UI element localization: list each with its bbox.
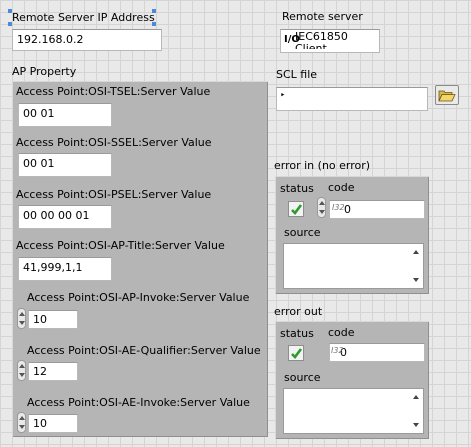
selection-marker	[8, 22, 12, 26]
io-refnum-icon: I/O	[284, 34, 300, 45]
selection-marker	[8, 9, 12, 13]
error-out-scrollbar[interactable]	[411, 390, 422, 432]
i32-type-icon: I32	[331, 346, 344, 355]
remote-server-label: Remote server	[282, 10, 363, 23]
decrement-icon	[19, 321, 25, 325]
error-in-status-label: status	[280, 182, 314, 195]
remote-ip-input[interactable]: 192.168.0.2	[12, 29, 162, 51]
error-out-code-label: code	[328, 326, 355, 339]
path-icon: ‣	[280, 91, 286, 101]
error-in-source-label: source	[284, 226, 321, 239]
ae-qualifier-input[interactable]: 12	[28, 362, 78, 381]
scroll-down-icon	[413, 423, 419, 427]
decrement-icon	[19, 373, 25, 377]
ap-invoke-input[interactable]: 10	[28, 310, 78, 329]
scl-file-path-input[interactable]	[276, 87, 428, 111]
error-in-scrollbar[interactable]	[411, 245, 422, 287]
ap-invoke-spinner[interactable]	[17, 308, 26, 329]
remote-server-value: IEC61850	[295, 30, 348, 43]
error-in-code-spinner[interactable]	[317, 197, 326, 218]
ap-title-input[interactable]: 41,999,1,1	[18, 257, 112, 281]
error-in-label: error in (no error)	[274, 159, 371, 172]
increment-icon	[19, 416, 25, 420]
ae-qualifier-spinner[interactable]	[17, 360, 26, 381]
increment-icon	[19, 312, 25, 316]
psel-label: Access Point:OSI-PSEL:Server Value	[16, 188, 212, 201]
folder-icon	[438, 90, 456, 102]
scroll-down-icon	[413, 278, 419, 282]
error-out-source-label: source	[284, 371, 321, 384]
error-in-code-label: code	[328, 181, 355, 194]
ae-qualifier-label: Access Point:OSI-AE-Qualifier:Server Val…	[27, 344, 261, 357]
remote-server-control[interactable]: I/O IEC61850 Client	[280, 29, 380, 53]
browse-button[interactable]	[435, 85, 459, 105]
error-out-label: error out	[274, 305, 323, 318]
error-out-status-indicator	[288, 345, 304, 361]
checkmark-icon	[291, 204, 303, 215]
increment-icon	[319, 201, 325, 205]
remote-ip-label: Remote Server IP Address	[12, 11, 155, 24]
selection-marker	[152, 22, 156, 26]
scl-file-label: SCL file	[276, 68, 318, 81]
psel-input[interactable]: 00 00 00 01	[18, 205, 112, 229]
tsel-label: Access Point:OSI-TSEL:Server Value	[16, 85, 211, 98]
ap-property-label: AP Property	[12, 65, 77, 78]
tsel-input[interactable]: 00 01	[18, 103, 112, 127]
i32-type-icon: I32	[332, 203, 345, 212]
error-in-source-textarea[interactable]	[283, 243, 424, 289]
scroll-up-icon	[413, 395, 419, 399]
ap-property-panel: Access Point:OSI-TSEL:Server Value 00 01…	[12, 81, 268, 437]
error-out-panel: status code 0 I32 source	[275, 321, 429, 439]
error-out-status-label: status	[280, 327, 314, 340]
increment-icon	[19, 364, 25, 368]
error-out-source-textarea[interactable]	[283, 388, 424, 434]
ssel-label: Access Point:OSI-SSEL:Server Value	[16, 136, 212, 149]
decrement-icon	[19, 425, 25, 429]
decrement-icon	[319, 210, 325, 214]
error-in-panel: status code 0 I32 source	[275, 176, 429, 294]
scroll-up-icon	[413, 250, 419, 254]
ssel-input[interactable]: 00 01	[18, 153, 112, 177]
ap-title-label: Access Point:OSI-AP-Title:Server Value	[16, 239, 225, 252]
ap-invoke-label: Access Point:OSI-AP-Invoke:Server Value	[27, 291, 250, 304]
selection-marker	[152, 9, 156, 13]
ae-invoke-spinner[interactable]	[17, 412, 26, 433]
checkmark-icon	[291, 348, 303, 359]
ae-invoke-input[interactable]: 10	[28, 414, 78, 433]
ae-invoke-label: Access Point:OSI-AE-Invoke:Server Value	[27, 396, 250, 409]
remote-server-value-2: Client	[295, 43, 379, 49]
error-in-status-checkbox[interactable]	[288, 201, 304, 217]
